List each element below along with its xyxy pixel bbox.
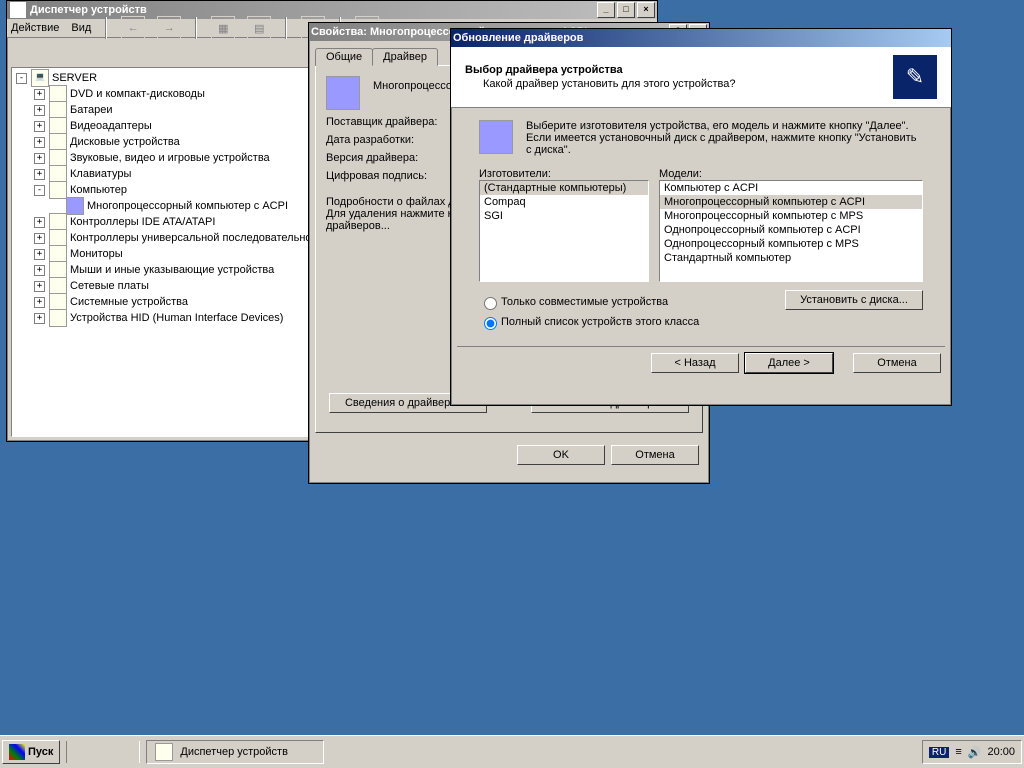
manufacturer-item[interactable]: (Стандартные компьютеры): [480, 181, 648, 195]
wizard-header: Выбор драйвера устройства Какой драйвер …: [451, 47, 951, 108]
radio-all-devices[interactable]: Полный список устройств этого класса: [479, 314, 785, 330]
close-button[interactable]: ×: [637, 2, 655, 18]
toolbar-back[interactable]: ←: [121, 16, 145, 40]
quick-launch: [66, 741, 140, 763]
next-button[interactable]: Далее >: [745, 353, 833, 373]
ql-ie-icon[interactable]: [93, 742, 113, 762]
wizard-instruction: Выберите изготовителя устройства, его мо…: [526, 120, 923, 156]
manufacturers-label: Изготовители:: [479, 168, 649, 180]
manufacturer-item[interactable]: Compaq: [480, 195, 648, 209]
models-label: Модели:: [659, 168, 923, 180]
toolbar-btn-2[interactable]: ▤: [247, 16, 271, 40]
taskbar: Пуск Диспетчер устройств RU ≡ 🔊 20:00: [0, 735, 1024, 768]
maximize-button[interactable]: □: [617, 2, 635, 18]
model-item[interactable]: Однопроцессорный компьютер с MPS: [660, 237, 922, 251]
tray-connection-icon[interactable]: ≡: [955, 746, 961, 758]
have-disk-button[interactable]: Установить с диска...: [785, 290, 923, 310]
menu-action[interactable]: Действие: [11, 22, 59, 34]
ql-outlook-icon[interactable]: [115, 742, 135, 762]
props-button-row: OK Отмена: [309, 439, 709, 471]
tab-general[interactable]: Общие: [315, 48, 373, 66]
system-tray: RU ≡ 🔊 20:00: [922, 740, 1022, 764]
devmgr-task-icon: [155, 743, 173, 761]
wizard-heading: Выбор драйвера устройства: [465, 64, 893, 76]
start-button[interactable]: Пуск: [2, 740, 60, 764]
model-item[interactable]: Многопроцессорный компьютер с MPS: [660, 209, 922, 223]
devmgr-icon: [9, 1, 27, 19]
wizard-subheading: Какой драйвер установить для этого устро…: [483, 78, 893, 90]
cancel-button[interactable]: Отмена: [611, 445, 699, 465]
tab-driver[interactable]: Драйвер: [372, 48, 438, 66]
wizard-graphic-icon: ✎: [893, 55, 937, 99]
update-driver-wizard: Обновление драйверов Выбор драйвера устр…: [450, 28, 952, 406]
windows-flag-icon: [9, 744, 25, 760]
clock[interactable]: 20:00: [987, 746, 1015, 758]
manufacturers-listbox[interactable]: (Стандартные компьютеры)CompaqSGI: [479, 180, 649, 282]
back-button[interactable]: < Назад: [651, 353, 739, 373]
manufacturer-item[interactable]: SGI: [480, 209, 648, 223]
wizard-title: Обновление драйверов: [453, 32, 583, 44]
model-item[interactable]: Однопроцессорный компьютер с ACPI: [660, 223, 922, 237]
ql-desktop-icon[interactable]: [71, 742, 91, 762]
models-listbox[interactable]: Компьютер с ACPIМногопроцессорный компью…: [659, 180, 923, 282]
wizard-body: Выберите изготовителя устройства, его мо…: [451, 108, 951, 346]
wizard-titlebar[interactable]: Обновление драйверов: [451, 29, 951, 47]
wizard-cancel-button[interactable]: Отмена: [853, 353, 941, 373]
toolbar-forward[interactable]: →: [157, 16, 181, 40]
ok-button[interactable]: OK: [517, 445, 605, 465]
devmgr-title: Диспетчер устройств: [30, 4, 147, 16]
volume-icon[interactable]: 🔊: [968, 746, 982, 759]
toolbar-btn-1[interactable]: ▦: [211, 16, 235, 40]
language-indicator[interactable]: RU: [929, 747, 949, 758]
minimize-button[interactable]: _: [597, 2, 615, 18]
computer-large-icon: [326, 76, 360, 110]
model-item[interactable]: Стандартный компьютер: [660, 251, 922, 265]
radio-compatible[interactable]: Только совместимые устройства: [479, 294, 785, 310]
model-item[interactable]: Многопроцессорный компьютер с ACPI: [660, 195, 922, 209]
taskbar-devmgr-button[interactable]: Диспетчер устройств: [146, 740, 324, 764]
menu-view[interactable]: Вид: [71, 22, 91, 34]
computer-icon: [479, 120, 513, 154]
wizard-button-row: < Назад Далее > Отмена: [451, 347, 951, 379]
model-item[interactable]: Компьютер с ACPI: [660, 181, 922, 195]
